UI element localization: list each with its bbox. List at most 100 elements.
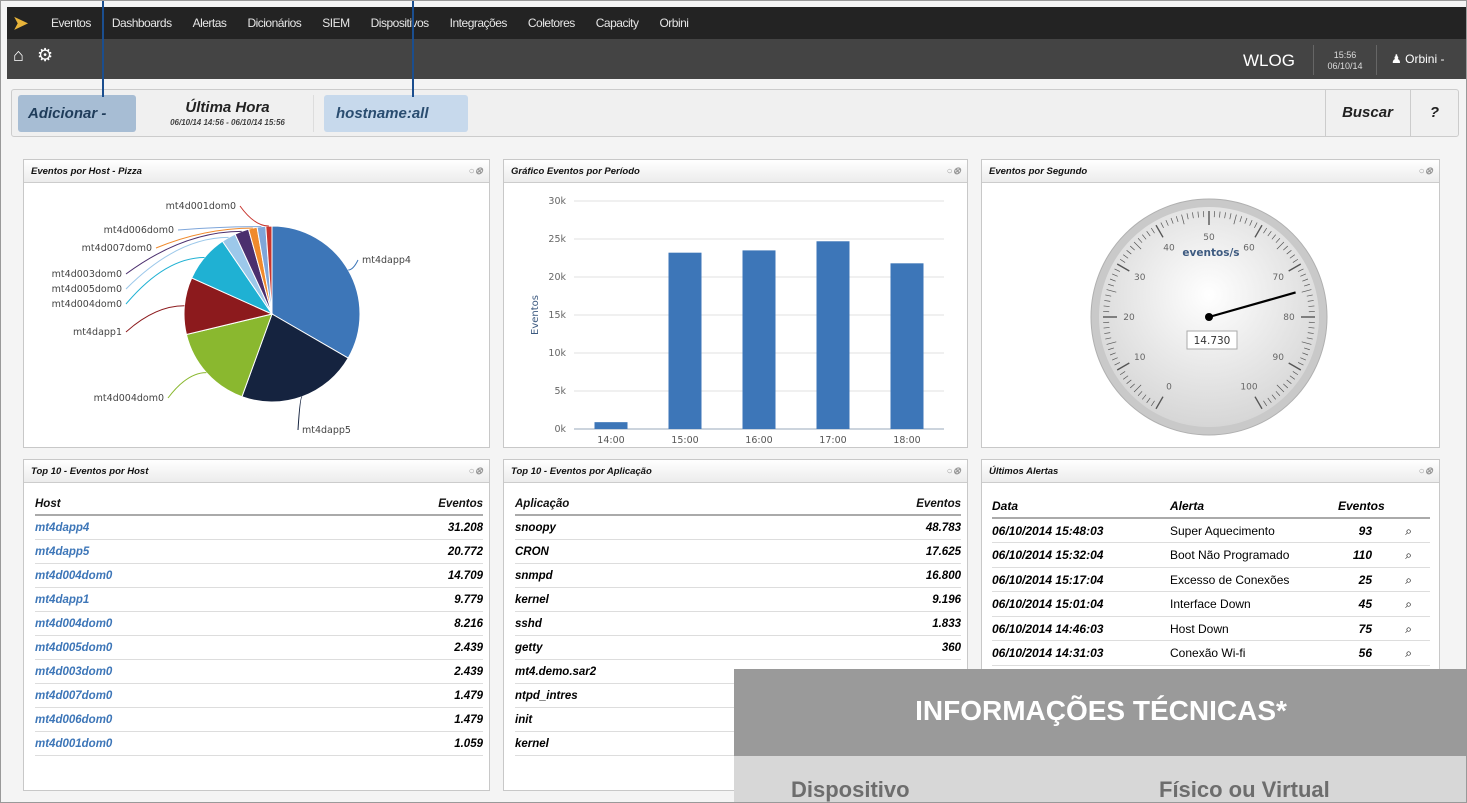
event-count: 31.208 <box>447 522 483 534</box>
home-icon[interactable]: ⌂ <box>13 45 24 66</box>
info-title: INFORMAÇÕES TÉCNICAS* <box>915 695 1287 726</box>
search-bar: Adicionar - Última Hora 06/10/14 14:56 -… <box>11 89 1459 137</box>
pie-label: mt4dapp5 <box>302 425 351 436</box>
magnifier-icon[interactable]: ⌕ <box>1405 519 1412 543</box>
gauge-tick-label: 30 <box>1134 273 1146 283</box>
x-tick-label: 17:00 <box>819 435 846 446</box>
gauge-tick-label: 70 <box>1273 273 1285 283</box>
hosts-table: Host Eventos mt4dapp4 31.208 mt4dapp5 20.77… <box>35 492 483 756</box>
alert-row: 06/10/2014 15:01:04 Interface Down 45 ⌕ <box>992 592 1430 617</box>
host-link[interactable]: mt4d006dom0 <box>35 708 112 732</box>
alert-date: 06/10/2014 15:17:04 <box>992 572 1104 587</box>
app-name: mt4.demo.sar2 <box>515 666 597 678</box>
alert-count: 110 <box>1352 548 1372 562</box>
add-filter-button[interactable]: Adicionar - <box>18 95 136 132</box>
panel-controls-icon[interactable]: ○⊗ <box>469 460 483 483</box>
alert-row: 06/10/2014 14:31:03 Conexão Wi-fi 56 ⌕ <box>992 641 1430 666</box>
table-row: mt4dapp4 31.208 <box>35 516 483 540</box>
magnifier-icon[interactable]: ⌕ <box>1405 617 1412 641</box>
bar[interactable] <box>816 241 850 429</box>
y-tick-label: 20k <box>548 272 566 283</box>
host-link[interactable]: mt4d001dom0 <box>35 732 112 756</box>
menu-item-integracoes[interactable]: Integrações <box>450 7 508 39</box>
app-name: init <box>515 714 533 726</box>
menu-item-coletores[interactable]: Coletores <box>528 7 575 39</box>
menu-item-siem[interactable]: SIEM <box>322 7 350 39</box>
host-link[interactable]: mt4d004dom0 <box>35 564 112 588</box>
host-link[interactable]: mt4d004dom0 <box>35 612 112 636</box>
table-row: mt4d001dom0 1.059 <box>35 732 483 756</box>
search-button[interactable]: Buscar <box>1325 90 1409 136</box>
host-link[interactable]: mt4dapp1 <box>35 588 89 612</box>
pie-connector <box>125 305 185 333</box>
alert-date: 06/10/2014 15:48:03 <box>992 523 1104 538</box>
table-row: mt4d005dom0 2.439 <box>35 636 483 660</box>
magnifier-icon[interactable]: ⌕ <box>1405 641 1412 665</box>
app-name: snoopy <box>515 522 556 534</box>
user-menu[interactable]: ♟ Orbini - <box>1391 52 1444 66</box>
panel-controls-icon[interactable]: ○⊗ <box>1419 460 1433 483</box>
panel-controls-icon[interactable]: ○⊗ <box>1419 160 1433 183</box>
magnifier-icon[interactable]: ⌕ <box>1405 543 1412 567</box>
alert-date: 06/10/2014 15:32:04 <box>992 548 1104 562</box>
table-row: mt4dapp1 9.779 <box>35 588 483 612</box>
gauge-tick-label: 10 <box>1134 353 1146 363</box>
bar[interactable] <box>742 250 776 429</box>
table-header: Data Alerta Eventos <box>992 494 1430 519</box>
host-link[interactable]: mt4d003dom0 <box>35 660 112 684</box>
gauge-tick-label: 100 <box>1240 382 1257 392</box>
y-tick-label: 10k <box>548 348 566 359</box>
gauge-value: 14.730 <box>1194 335 1231 347</box>
menu-item-alertas[interactable]: Alertas <box>193 7 227 39</box>
panel-controls-icon[interactable]: ○⊗ <box>947 160 961 183</box>
bar-chart: 0k 5k 10k 15k 20k 25k 30k Eventos 14:00 15:00 16:0… <box>530 196 944 446</box>
event-count: 16.800 <box>925 570 961 582</box>
col-eventos: Eventos <box>1338 499 1385 513</box>
panel-title: Top 10 - Eventos por Aplicação <box>511 466 652 477</box>
host-link[interactable]: mt4d007dom0 <box>35 684 112 708</box>
menu-item-capacity[interactable]: Capacity <box>596 7 639 39</box>
bar[interactable] <box>668 252 702 429</box>
magnifier-icon[interactable]: ⌕ <box>1405 568 1412 592</box>
menu-item-dashboards[interactable]: Dashboards <box>112 7 172 39</box>
col-host: Host <box>35 498 61 510</box>
menu-item-dicionarios[interactable]: Dicionários <box>247 7 301 39</box>
pie-connector <box>348 259 359 271</box>
panel-controls-icon[interactable]: ○⊗ <box>947 460 961 483</box>
host-link[interactable]: mt4d005dom0 <box>35 636 112 660</box>
menu-item-eventos[interactable]: Eventos <box>51 7 91 39</box>
pie-label: mt4d001dom0 <box>166 201 236 212</box>
alert-name: Boot Não Programado <box>1170 548 1290 562</box>
host-link[interactable]: mt4dapp5 <box>35 540 89 564</box>
query-filter[interactable]: hostname:all <box>324 95 468 132</box>
host-link[interactable]: mt4dapp4 <box>35 516 89 540</box>
table-row: snmpd 16.800 <box>515 564 961 588</box>
magnifier-icon[interactable]: ⌕ <box>1405 592 1412 616</box>
alert-row: 06/10/2014 15:17:04 Excesso de Conexões 25… <box>992 568 1430 592</box>
logo-icon[interactable]: ➤ <box>13 13 39 35</box>
bar[interactable] <box>890 263 924 429</box>
alert-count: 56 <box>1358 646 1372 660</box>
event-count: 2.439 <box>454 642 483 654</box>
menu-item-orbini[interactable]: Orbini <box>659 7 689 39</box>
pie-connector <box>167 372 207 399</box>
event-count: 17.625 <box>925 546 961 558</box>
gauge: 0 10 20 30 40 50 60 70 80 90 100 eventos/s 14.730 <box>1090 198 1328 436</box>
alert-count: 25 <box>1358 572 1372 587</box>
help-button[interactable]: ? <box>1410 90 1458 136</box>
gauge-tick-label: 80 <box>1283 313 1295 323</box>
pie-chart: mt4dapp4 mt4dapp5 mt4d004dom0 mt4dapp1 mt4d0… <box>52 201 411 436</box>
app-window: ➤ Eventos Dashboards Alertas Dicionários… <box>0 0 1467 803</box>
gauge-pivot <box>1205 313 1213 321</box>
pie-label: mt4d004dom0 <box>94 393 164 404</box>
bar[interactable] <box>594 422 628 429</box>
table-header: Aplicação Eventos <box>515 492 961 516</box>
panel-controls-icon[interactable]: ○⊗ <box>469 160 483 183</box>
time-range-selector[interactable]: Última Hora 06/10/14 14:56 - 06/10/14 15… <box>142 95 314 132</box>
alert-name: Excesso de Conexões <box>1170 572 1290 587</box>
menu-item-dispositivos[interactable]: Dispositivos <box>371 7 430 39</box>
gear-icon[interactable]: ⚙ <box>37 45 53 66</box>
table-row: mt4d003dom0 2.439 <box>35 660 483 684</box>
app-name: kernel <box>515 738 549 750</box>
x-tick-label: 15:00 <box>671 435 698 446</box>
